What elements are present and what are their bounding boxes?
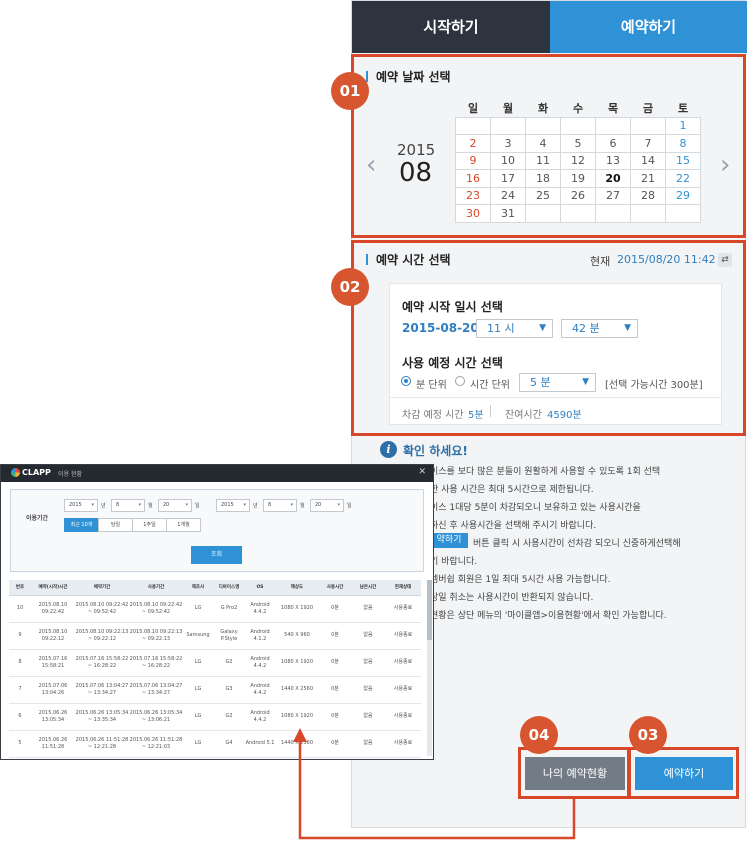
connector-line: [293, 728, 576, 840]
